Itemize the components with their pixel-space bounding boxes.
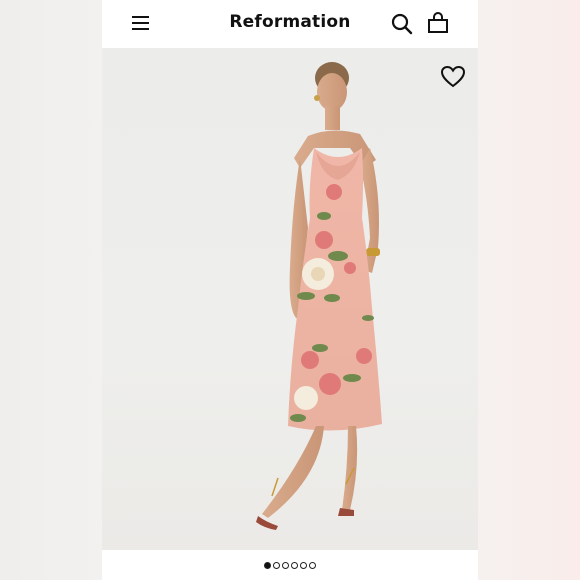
brand-logo[interactable]: Reformation — [102, 12, 478, 32]
carousel-dot-6[interactable] — [309, 561, 316, 569]
carousel-dot-5[interactable] — [300, 561, 307, 569]
carousel-dot-2[interactable] — [273, 561, 280, 569]
top-nav-bar: Reformation — [102, 0, 478, 48]
right-margin — [478, 0, 580, 580]
left-margin — [0, 0, 102, 580]
carousel-dot-4[interactable] — [291, 561, 298, 569]
heart-outline-icon — [440, 65, 466, 88]
image-carousel-indicator — [102, 550, 478, 580]
model-in-floral-dress — [256, 62, 382, 530]
favorite-button[interactable] — [439, 64, 467, 90]
mobile-viewport: Reformation — [102, 0, 478, 580]
shopping-bag-button[interactable] — [424, 10, 452, 38]
search-button[interactable] — [388, 10, 416, 38]
search-icon — [391, 13, 413, 35]
carousel-dot-3[interactable] — [282, 561, 289, 569]
carousel-dot-1[interactable] — [264, 561, 271, 569]
shopping-bag-icon — [428, 12, 448, 33]
product-image[interactable] — [102, 48, 478, 550]
